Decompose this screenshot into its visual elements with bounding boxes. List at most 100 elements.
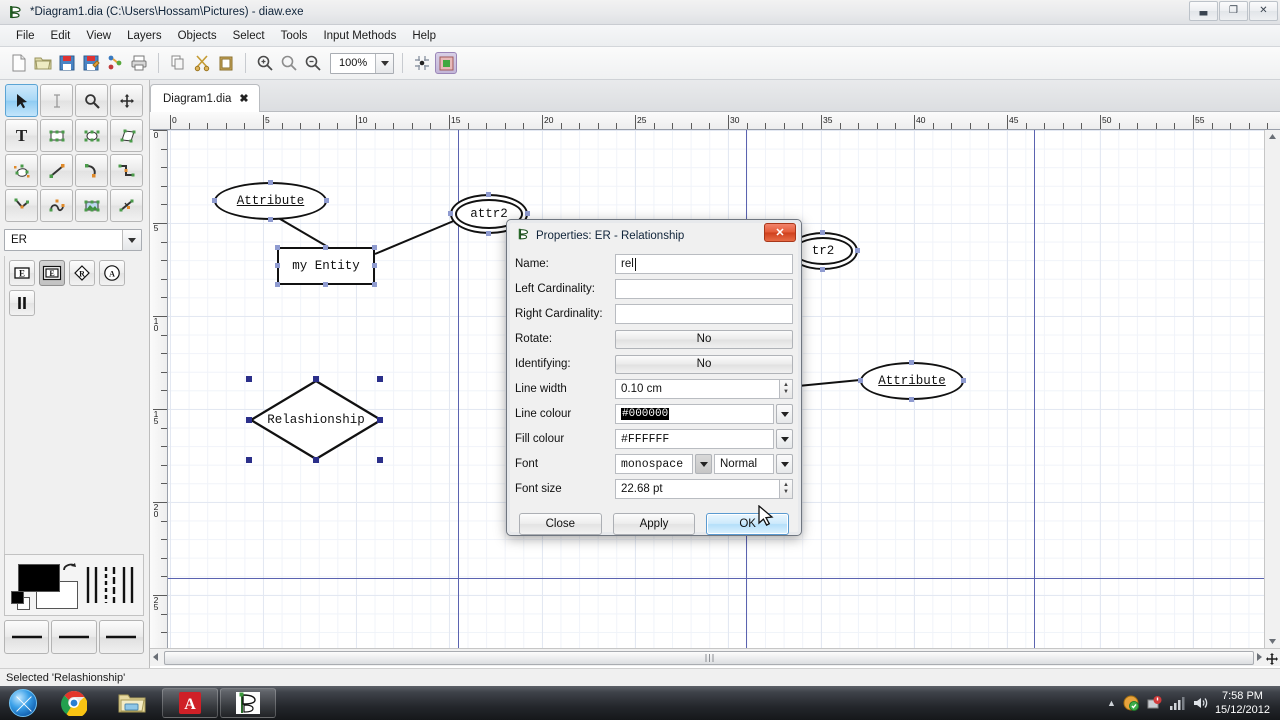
zoom-out-icon[interactable] bbox=[302, 52, 324, 74]
horizontal-scrollbar-thumb[interactable] bbox=[164, 651, 1254, 665]
selection-handle[interactable] bbox=[377, 457, 383, 463]
shape-handle[interactable] bbox=[486, 231, 491, 236]
tab-close-icon[interactable]: ✖ bbox=[239, 92, 248, 105]
scroll-up-arrow[interactable] bbox=[1267, 132, 1278, 141]
polygon-tool[interactable] bbox=[110, 119, 143, 152]
vertical-scrollbar[interactable] bbox=[1264, 130, 1280, 648]
arc-tool[interactable] bbox=[75, 154, 108, 187]
save-as-icon[interactable] bbox=[80, 52, 102, 74]
shape-handle[interactable] bbox=[268, 217, 273, 222]
line-width-spinner[interactable]: ▲ ▼ bbox=[780, 379, 793, 399]
selection-handle[interactable] bbox=[246, 376, 252, 382]
line-width-button[interactable] bbox=[4, 620, 50, 654]
shape-handle[interactable] bbox=[486, 192, 491, 197]
copy-icon[interactable] bbox=[167, 52, 189, 74]
shape-handle[interactable] bbox=[268, 180, 273, 185]
shape-handle[interactable] bbox=[961, 378, 966, 383]
minimize-button[interactable]: ▃ bbox=[1189, 1, 1218, 21]
magnify-tool[interactable] bbox=[75, 84, 108, 117]
er-relationship-tool[interactable]: R bbox=[69, 260, 95, 286]
identifying-toggle[interactable]: No bbox=[615, 354, 793, 374]
foreground-color-swatch[interactable] bbox=[18, 564, 60, 592]
attribute-ellipse-1[interactable]: Attribute bbox=[214, 182, 327, 220]
ok-button[interactable]: OK bbox=[706, 513, 790, 535]
my-entity-box[interactable]: my Entity bbox=[277, 247, 375, 285]
taskbar-adobe-reader[interactable]: A bbox=[162, 688, 218, 718]
menu-layers[interactable]: Layers bbox=[119, 28, 170, 44]
zoom-reset-icon[interactable] bbox=[278, 52, 300, 74]
shape-handle[interactable] bbox=[909, 397, 914, 402]
zigzagline-tool[interactable] bbox=[110, 154, 143, 187]
volume-icon[interactable] bbox=[1192, 695, 1208, 711]
shape-handle[interactable] bbox=[323, 245, 328, 250]
chevron-down-icon[interactable] bbox=[122, 230, 141, 250]
er-entity-tool[interactable]: E bbox=[9, 260, 35, 286]
er-weak-entity-tool[interactable]: E bbox=[39, 260, 65, 286]
shape-handle[interactable] bbox=[855, 248, 860, 253]
font-size-spinner[interactable]: ▲ ▼ bbox=[780, 479, 793, 499]
font-size-field[interactable]: 22.68 pt bbox=[615, 479, 780, 499]
bezierline-tool[interactable] bbox=[40, 189, 73, 222]
line-tool[interactable] bbox=[40, 154, 73, 187]
fill-colour-dropdown[interactable] bbox=[776, 429, 793, 449]
polyline-tool[interactable] bbox=[5, 189, 38, 222]
font-family-dropdown[interactable] bbox=[695, 454, 712, 474]
shape-handle[interactable] bbox=[372, 245, 377, 250]
taskbar-chrome[interactable] bbox=[46, 688, 102, 718]
selection-handle[interactable] bbox=[246, 417, 252, 423]
close-button[interactable]: ✕ bbox=[1249, 1, 1278, 21]
font-style-field[interactable]: Normal bbox=[714, 454, 774, 474]
object-snap-icon[interactable] bbox=[435, 52, 457, 74]
scroll-right-arrow[interactable] bbox=[1257, 653, 1262, 663]
default-foreground-swatch[interactable] bbox=[11, 591, 24, 604]
shape-handle[interactable] bbox=[372, 282, 377, 287]
font-style-dropdown[interactable] bbox=[776, 454, 793, 474]
shape-handle[interactable] bbox=[448, 211, 453, 216]
menu-input-methods[interactable]: Input Methods bbox=[315, 28, 404, 44]
show-hidden-icons-button[interactable]: ▲ bbox=[1107, 698, 1116, 708]
start-button[interactable] bbox=[2, 688, 44, 718]
close-button[interactable]: Close bbox=[519, 513, 602, 535]
scroll-tool[interactable] bbox=[110, 84, 143, 117]
shape-handle[interactable] bbox=[324, 198, 329, 203]
scroll-down-arrow[interactable] bbox=[1267, 637, 1278, 646]
er-participation-tool[interactable] bbox=[9, 290, 35, 316]
line-colour-dropdown[interactable] bbox=[776, 404, 793, 424]
selection-handle[interactable] bbox=[377, 376, 383, 382]
shape-handle[interactable] bbox=[525, 211, 530, 216]
paste-icon[interactable] bbox=[215, 52, 237, 74]
menu-tools[interactable]: Tools bbox=[273, 28, 316, 44]
arrow-style-button[interactable] bbox=[98, 620, 144, 654]
fill-colour-field[interactable]: #FFFFFF bbox=[615, 429, 774, 449]
beziergon-tool[interactable] bbox=[5, 154, 38, 187]
new-icon[interactable] bbox=[8, 52, 30, 74]
network-icon[interactable] bbox=[1169, 695, 1185, 711]
shape-handle[interactable] bbox=[820, 267, 825, 272]
properties-dialog[interactable]: Properties: ER - Relationship ✕ Name: re… bbox=[506, 219, 802, 536]
print-icon[interactable] bbox=[128, 52, 150, 74]
font-family-field[interactable]: monospace bbox=[615, 454, 693, 474]
attr2-double-ellipse-2[interactable]: tr2 bbox=[793, 237, 853, 265]
sheet-selector[interactable]: ER bbox=[4, 229, 142, 251]
safely-remove-icon[interactable] bbox=[1146, 695, 1162, 711]
swap-colors-icon[interactable] bbox=[61, 559, 79, 575]
menu-file[interactable]: File bbox=[8, 28, 43, 44]
save-icon[interactable] bbox=[56, 52, 78, 74]
left-cardinality-field[interactable] bbox=[615, 279, 793, 299]
modify-tool[interactable] bbox=[5, 84, 38, 117]
shape-handle[interactable] bbox=[275, 245, 280, 250]
selection-handle[interactable] bbox=[313, 376, 319, 382]
shape-handle[interactable] bbox=[212, 198, 217, 203]
rotate-toggle[interactable]: No bbox=[615, 329, 793, 349]
line-colour-field[interactable]: #000000 bbox=[615, 404, 774, 424]
zoom-in-icon[interactable] bbox=[254, 52, 276, 74]
shape-handle[interactable] bbox=[909, 360, 914, 365]
text-tool[interactable]: T bbox=[5, 119, 38, 152]
image-tool[interactable] bbox=[75, 189, 108, 222]
attribute-ellipse-2[interactable]: Attribute bbox=[860, 362, 964, 400]
antivirus-icon[interactable] bbox=[1123, 695, 1139, 711]
apply-button[interactable]: Apply bbox=[612, 513, 696, 535]
er-attribute-tool[interactable]: A bbox=[99, 260, 125, 286]
name-field[interactable]: rel bbox=[615, 254, 793, 274]
color-swatches[interactable] bbox=[5, 555, 79, 615]
